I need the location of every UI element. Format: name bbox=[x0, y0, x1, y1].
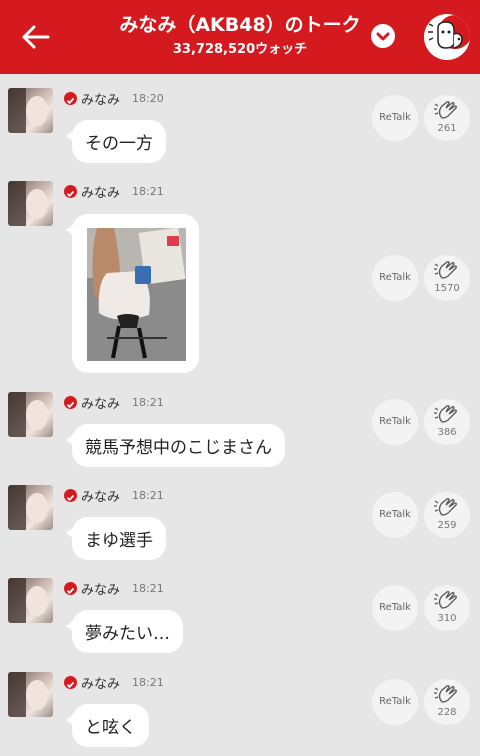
message-time: 18:21 bbox=[132, 489, 164, 502]
message-bubble[interactable]: その一方 bbox=[66, 120, 166, 163]
clap-icon bbox=[434, 685, 457, 703]
message-time: 18:21 bbox=[132, 582, 164, 595]
header-bar: みなみ（AKB48）のトーク 33,728,520ウォッチ bbox=[0, 0, 480, 74]
message-time: 18:21 bbox=[132, 396, 164, 409]
message-bubble[interactable]: まゆ選手 bbox=[66, 517, 166, 560]
clap-count: 1570 bbox=[434, 283, 460, 294]
clap-button[interactable]: 310 bbox=[424, 585, 470, 631]
chevron-down-icon bbox=[376, 32, 390, 41]
retalk-button[interactable]: ReTalk bbox=[372, 679, 418, 725]
message-bubble[interactable]: 夢みたい… bbox=[66, 610, 183, 653]
message-time: 18:21 bbox=[132, 185, 164, 198]
clap-icon bbox=[434, 101, 457, 119]
clap-icon bbox=[434, 498, 457, 516]
message-photo[interactable] bbox=[87, 228, 186, 361]
mascot-icon bbox=[428, 15, 470, 49]
retalk-button[interactable]: ReTalk bbox=[372, 95, 418, 141]
sender-name: みなみ bbox=[81, 677, 121, 692]
avatar[interactable] bbox=[8, 578, 53, 623]
clap-button[interactable]: 1570 bbox=[424, 255, 470, 301]
clap-icon bbox=[434, 261, 457, 279]
verified-icon bbox=[64, 396, 77, 409]
verified-icon bbox=[64, 185, 77, 198]
message-time: 18:20 bbox=[132, 92, 164, 105]
clap-count: 310 bbox=[437, 613, 457, 624]
avatar[interactable] bbox=[8, 392, 53, 437]
avatar[interactable] bbox=[8, 485, 53, 530]
mascot-menu-button[interactable] bbox=[424, 14, 470, 60]
dropdown-button[interactable] bbox=[371, 24, 395, 48]
page-title: みなみ（AKB48）のトーク bbox=[119, 14, 361, 36]
sender-name: みなみ bbox=[81, 186, 121, 201]
verified-icon bbox=[64, 582, 77, 595]
retalk-button[interactable]: ReTalk bbox=[372, 492, 418, 538]
message-time: 18:21 bbox=[132, 676, 164, 689]
sender-name: みなみ bbox=[81, 583, 121, 598]
clap-button[interactable]: 228 bbox=[424, 679, 470, 725]
clap-button[interactable]: 261 bbox=[424, 95, 470, 141]
sender-name: みなみ bbox=[81, 490, 121, 505]
sender-name: みなみ bbox=[81, 93, 121, 108]
image-message-bubble[interactable] bbox=[66, 214, 199, 373]
clap-count: 259 bbox=[437, 520, 457, 531]
sender-name: みなみ bbox=[81, 397, 121, 412]
clap-button[interactable]: 386 bbox=[424, 399, 470, 445]
clap-count: 386 bbox=[437, 427, 457, 438]
retalk-button[interactable]: ReTalk bbox=[372, 399, 418, 445]
avatar[interactable] bbox=[8, 672, 53, 717]
verified-icon bbox=[64, 92, 77, 105]
message-bubble[interactable]: 競馬予想中のこじまさん bbox=[66, 424, 285, 467]
clap-count: 228 bbox=[437, 707, 457, 718]
clap-icon bbox=[434, 591, 457, 609]
retalk-button[interactable]: ReTalk bbox=[372, 585, 418, 631]
clap-button[interactable]: 259 bbox=[424, 492, 470, 538]
message-bubble[interactable]: と呟く bbox=[66, 704, 149, 747]
verified-icon bbox=[64, 489, 77, 502]
avatar[interactable] bbox=[8, 88, 53, 133]
retalk-button[interactable]: ReTalk bbox=[372, 255, 418, 301]
avatar[interactable] bbox=[8, 181, 53, 226]
clap-icon bbox=[434, 405, 457, 423]
clap-count: 261 bbox=[437, 123, 457, 134]
verified-icon bbox=[64, 676, 77, 689]
watch-count: 33,728,520ウォッチ bbox=[172, 42, 308, 57]
